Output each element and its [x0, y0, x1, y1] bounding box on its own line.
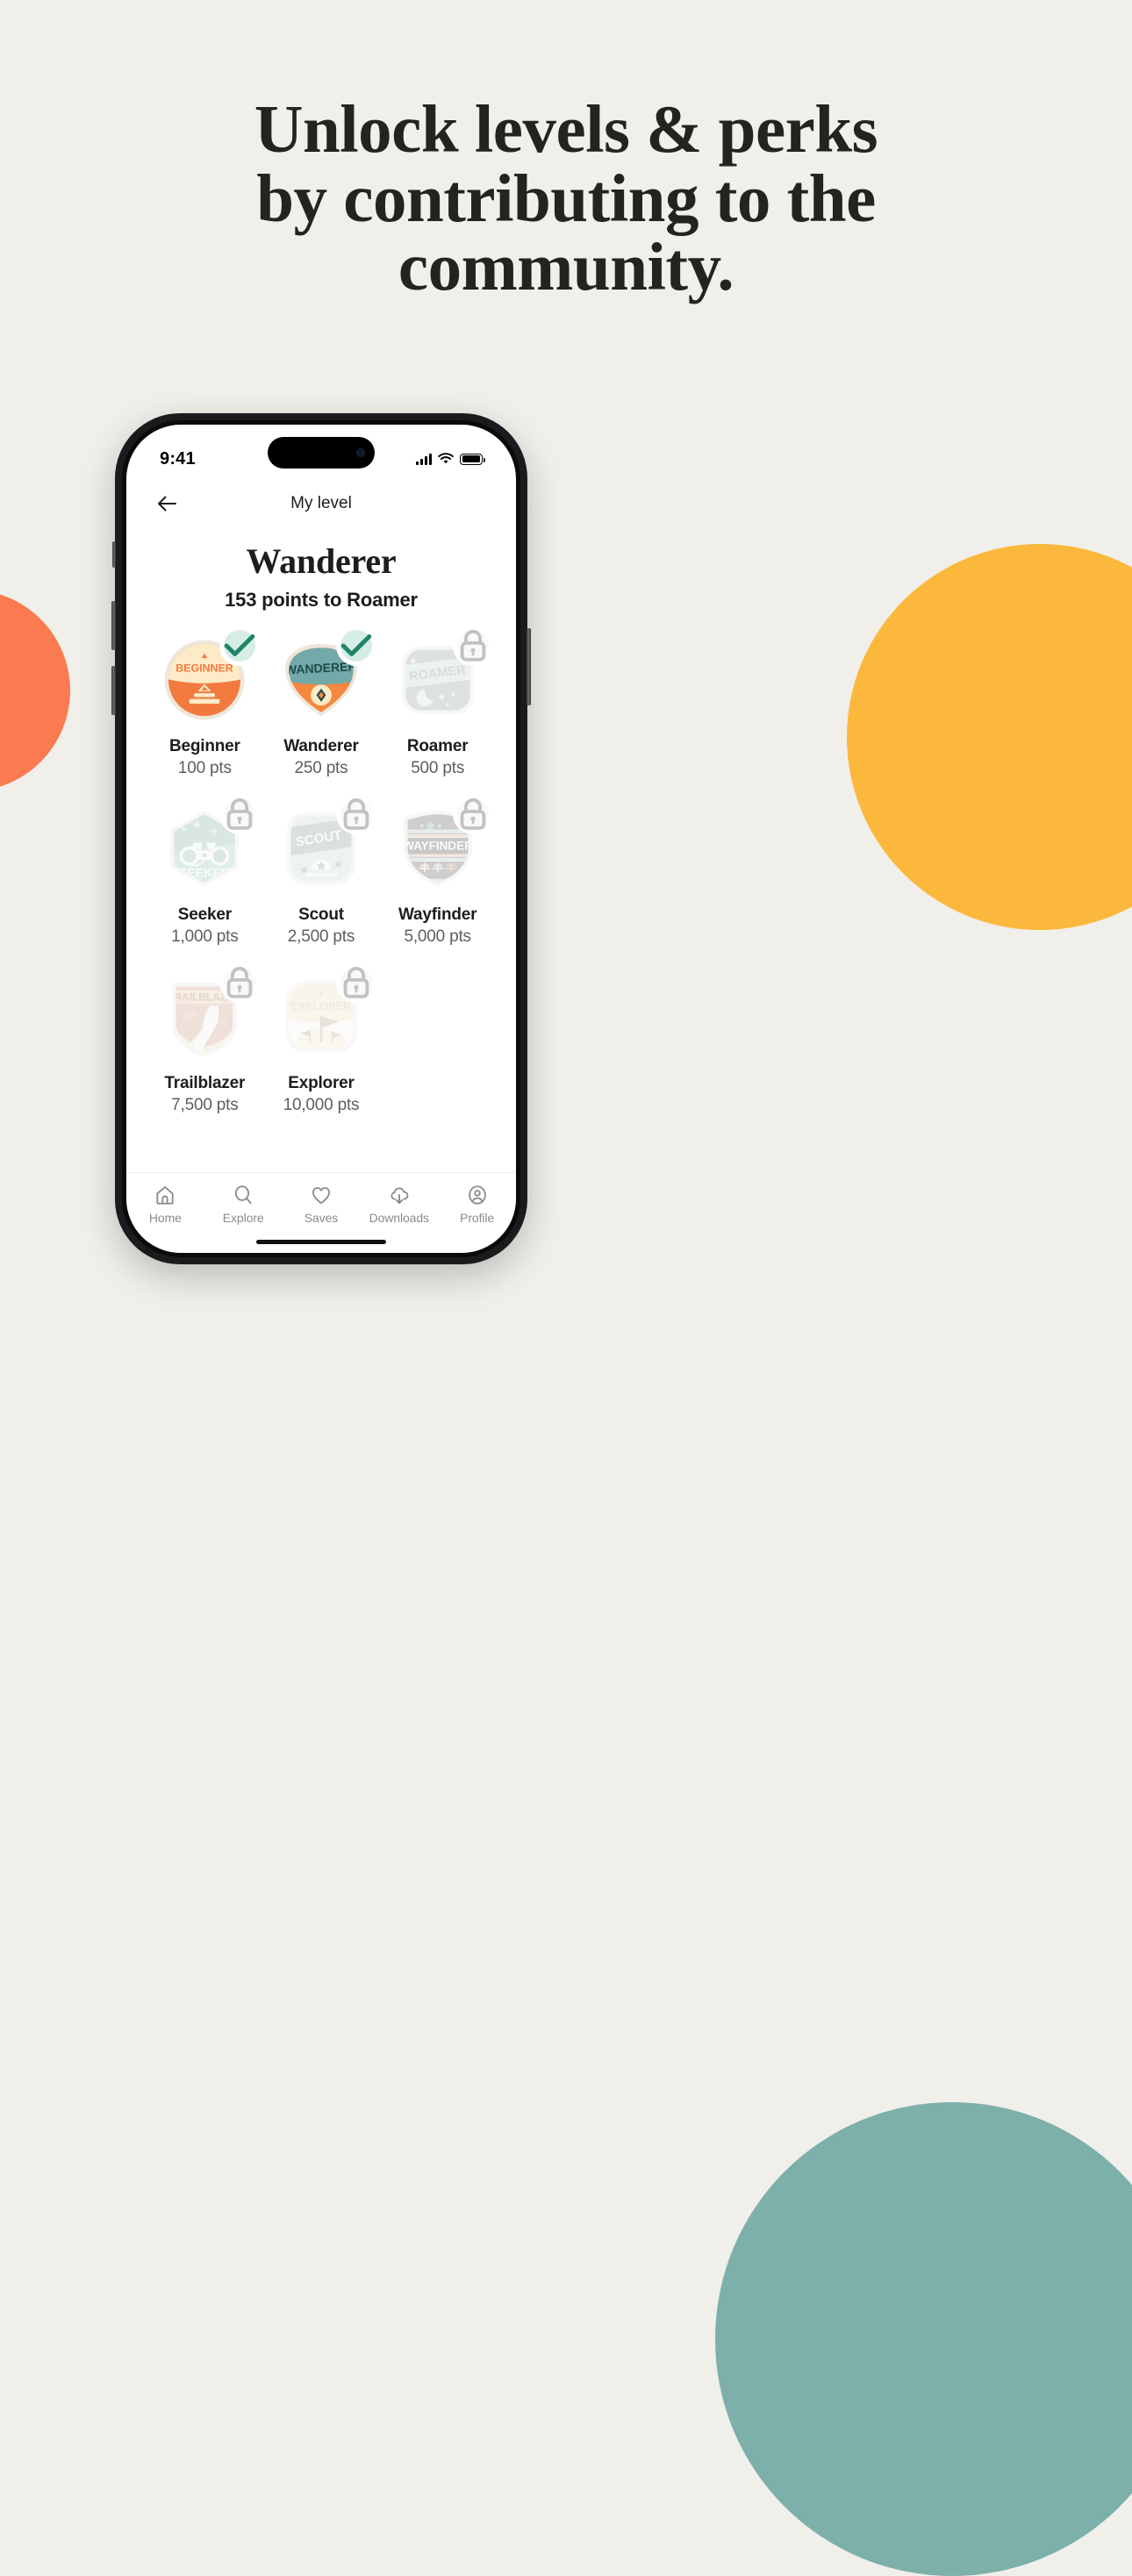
- lock-icon: [343, 798, 369, 830]
- arrow-left-icon: [158, 496, 176, 512]
- status-indicators: [416, 453, 485, 465]
- headline-line-2: by contributing to the: [256, 160, 876, 236]
- battery-icon: [460, 453, 485, 465]
- page-title: My level: [290, 494, 352, 512]
- headline-line-1: Unlock levels & perks: [254, 91, 878, 167]
- phone-volume-down-button: [111, 666, 116, 715]
- explorer-badge-art: EXPLORER: [274, 966, 372, 1064]
- check-icon: [340, 633, 372, 656]
- tab-explore[interactable]: Explore: [204, 1184, 283, 1225]
- badge-points: 7,500 pts: [171, 1096, 239, 1114]
- cellular-signal-icon: [416, 453, 432, 465]
- user-circle-icon: [468, 1185, 486, 1205]
- heart-icon: [312, 1187, 331, 1205]
- badge-item-scout[interactable]: SCOUT Scout 2,500 pts: [266, 798, 377, 947]
- phone-silent-switch: [112, 541, 116, 568]
- trailblazer-badge-art: TRAILBLAZER: [157, 966, 256, 1064]
- badge-name: Wanderer: [283, 737, 359, 755]
- status-bar: 9:41: [126, 425, 516, 479]
- lock-icon: [460, 629, 485, 662]
- badge-name: Wayfinder: [398, 905, 477, 924]
- badge-item-explorer[interactable]: EXPLORER Explorer 10,000 pts: [266, 966, 377, 1115]
- beginner-badge-art: BEGINNER: [157, 630, 256, 727]
- roamer-badge-art: ROAMER: [390, 629, 489, 727]
- badge-item-trailblazer[interactable]: TRAILBLAZER Trailblazer 7,500 pts: [149, 966, 261, 1115]
- badge-item-seeker[interactable]: SEEKER Seeker 1,000 pts: [149, 798, 261, 947]
- front-camera-icon: [356, 448, 365, 457]
- headline-line-3: community.: [398, 229, 734, 305]
- status-time: 9:41: [160, 448, 196, 469]
- badge-grid: BEGINNER Beginner 100 pts WANDERER Wande…: [126, 629, 516, 1115]
- status-badge-earned: [224, 630, 256, 662]
- tab-home[interactable]: Home: [126, 1184, 204, 1225]
- app-nav-bar: My level: [126, 479, 516, 528]
- tab-downloads[interactable]: Downloads: [360, 1184, 438, 1225]
- current-level-name: Wanderer: [246, 541, 397, 581]
- status-badge-locked: [224, 798, 256, 830]
- status-badge-locked: [456, 629, 489, 662]
- back-button[interactable]: [153, 490, 181, 518]
- status-badge-locked: [456, 798, 489, 830]
- tab-label: Saves: [304, 1211, 339, 1225]
- phone-screen: 9:41 My level Wanderer 153 points to Roa…: [126, 425, 516, 1253]
- seeker-badge-art: SEEKER: [157, 798, 256, 896]
- lock-icon: [460, 798, 485, 830]
- tab-saves[interactable]: Saves: [283, 1184, 361, 1225]
- status-badge-locked: [340, 798, 372, 830]
- badge-item-roamer[interactable]: ROAMER Roamer 500 pts: [382, 629, 493, 778]
- search-icon: [235, 1185, 252, 1205]
- badge-item-wanderer[interactable]: WANDERER Wanderer 250 pts: [266, 630, 377, 778]
- cloud-download-icon: [390, 1187, 409, 1205]
- tab-label: Downloads: [369, 1211, 429, 1225]
- tab-profile[interactable]: Profile: [438, 1184, 516, 1225]
- lock-icon: [343, 966, 369, 998]
- decorative-circle-yellow: [847, 544, 1132, 930]
- badge-item-beginner[interactable]: BEGINNER Beginner 100 pts: [149, 630, 261, 778]
- home-indicator: [256, 1240, 386, 1244]
- badge-name: Explorer: [288, 1074, 355, 1092]
- phone-mockup: 9:41 My level Wanderer 153 points to Roa…: [111, 413, 531, 1264]
- badge-name: Roamer: [406, 737, 469, 755]
- phone-volume-up-button: [111, 601, 116, 650]
- home-icon: [156, 1185, 174, 1205]
- decorative-circle-teal: [715, 2102, 1132, 2576]
- badge-points: 5,000 pts: [404, 927, 471, 946]
- phone-bezel: 9:41 My level Wanderer 153 points to Roa…: [122, 420, 520, 1257]
- phone-power-button: [527, 628, 531, 705]
- badge-item-wayfinder[interactable]: WAYFINDER Wayfinder 5,000 pts: [382, 798, 493, 947]
- decorative-circle-orange: [0, 590, 70, 791]
- tab-label: Home: [148, 1211, 182, 1225]
- wifi-icon: [438, 453, 454, 464]
- tab-label: Explore: [222, 1211, 264, 1225]
- wayfinder-badge-art: WAYFINDER: [390, 798, 489, 896]
- lock-icon: [227, 966, 253, 998]
- lock-icon: [227, 798, 253, 830]
- status-badge-locked: [224, 966, 256, 998]
- status-badge-earned: [340, 630, 372, 662]
- badge-name: Trailblazer: [164, 1074, 246, 1092]
- check-icon: [225, 633, 255, 656]
- scout-badge-art: SCOUT: [274, 798, 372, 896]
- seeker-badge-label: SEEKER: [179, 865, 230, 879]
- tab-label: Profile: [460, 1211, 495, 1225]
- badge-name: Scout: [298, 905, 344, 924]
- badge-name: Beginner: [168, 737, 240, 755]
- page-headline: Unlock levels & perks by contributing to…: [0, 95, 1132, 302]
- wanderer-badge-art: WANDERER: [274, 630, 372, 727]
- badge-name: Seeker: [177, 905, 232, 924]
- status-badge-locked: [340, 966, 372, 998]
- dynamic-island: [268, 437, 375, 469]
- badge-points: 10,000 pts: [283, 1096, 360, 1114]
